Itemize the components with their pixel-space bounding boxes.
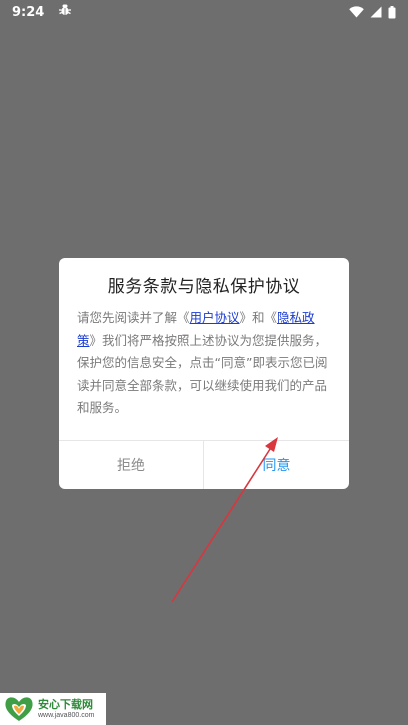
watermark-logo xyxy=(4,695,34,723)
cellular-signal-icon xyxy=(370,6,382,18)
body-text-2: 》和《 xyxy=(239,310,278,325)
status-left: 9:24 xyxy=(12,3,72,21)
battery-icon xyxy=(388,5,396,19)
watermark-url: www.java800.com xyxy=(38,712,95,719)
dialog-body: 请您先阅读并了解《用户协议》和《隐私政策》我们将严格按照上述协议为您提供服务，保… xyxy=(77,307,333,420)
terms-dialog: 服务条款与隐私保护协议 请您先阅读并了解《用户协议》和《隐私政策》我们将严格按照… xyxy=(59,258,349,489)
dialog-title: 服务条款与隐私保护协议 xyxy=(107,277,301,297)
reject-button[interactable]: 拒绝 xyxy=(59,441,203,489)
status-time: 9:24 xyxy=(12,4,45,20)
bug-icon xyxy=(58,3,72,21)
watermark-title: 安心下载网 xyxy=(38,698,93,711)
body-text-3: 》我们将严格按照上述协议为您提供服务，保护您的信息安全，点击“同意”即表示您已阅… xyxy=(77,332,328,416)
body-text-1: 请您先阅读并了解《 xyxy=(77,310,190,325)
status-right xyxy=(349,5,396,19)
wifi-icon xyxy=(349,6,364,18)
watermark-text: 安心下载网 www.java800.com xyxy=(38,698,94,720)
watermark: 安心下载网 www.java800.com xyxy=(0,693,106,725)
user-agreement-link[interactable]: 用户协议 xyxy=(190,310,240,325)
status-bar: 9:24 xyxy=(0,0,408,24)
agree-button[interactable]: 同意 xyxy=(204,441,349,489)
